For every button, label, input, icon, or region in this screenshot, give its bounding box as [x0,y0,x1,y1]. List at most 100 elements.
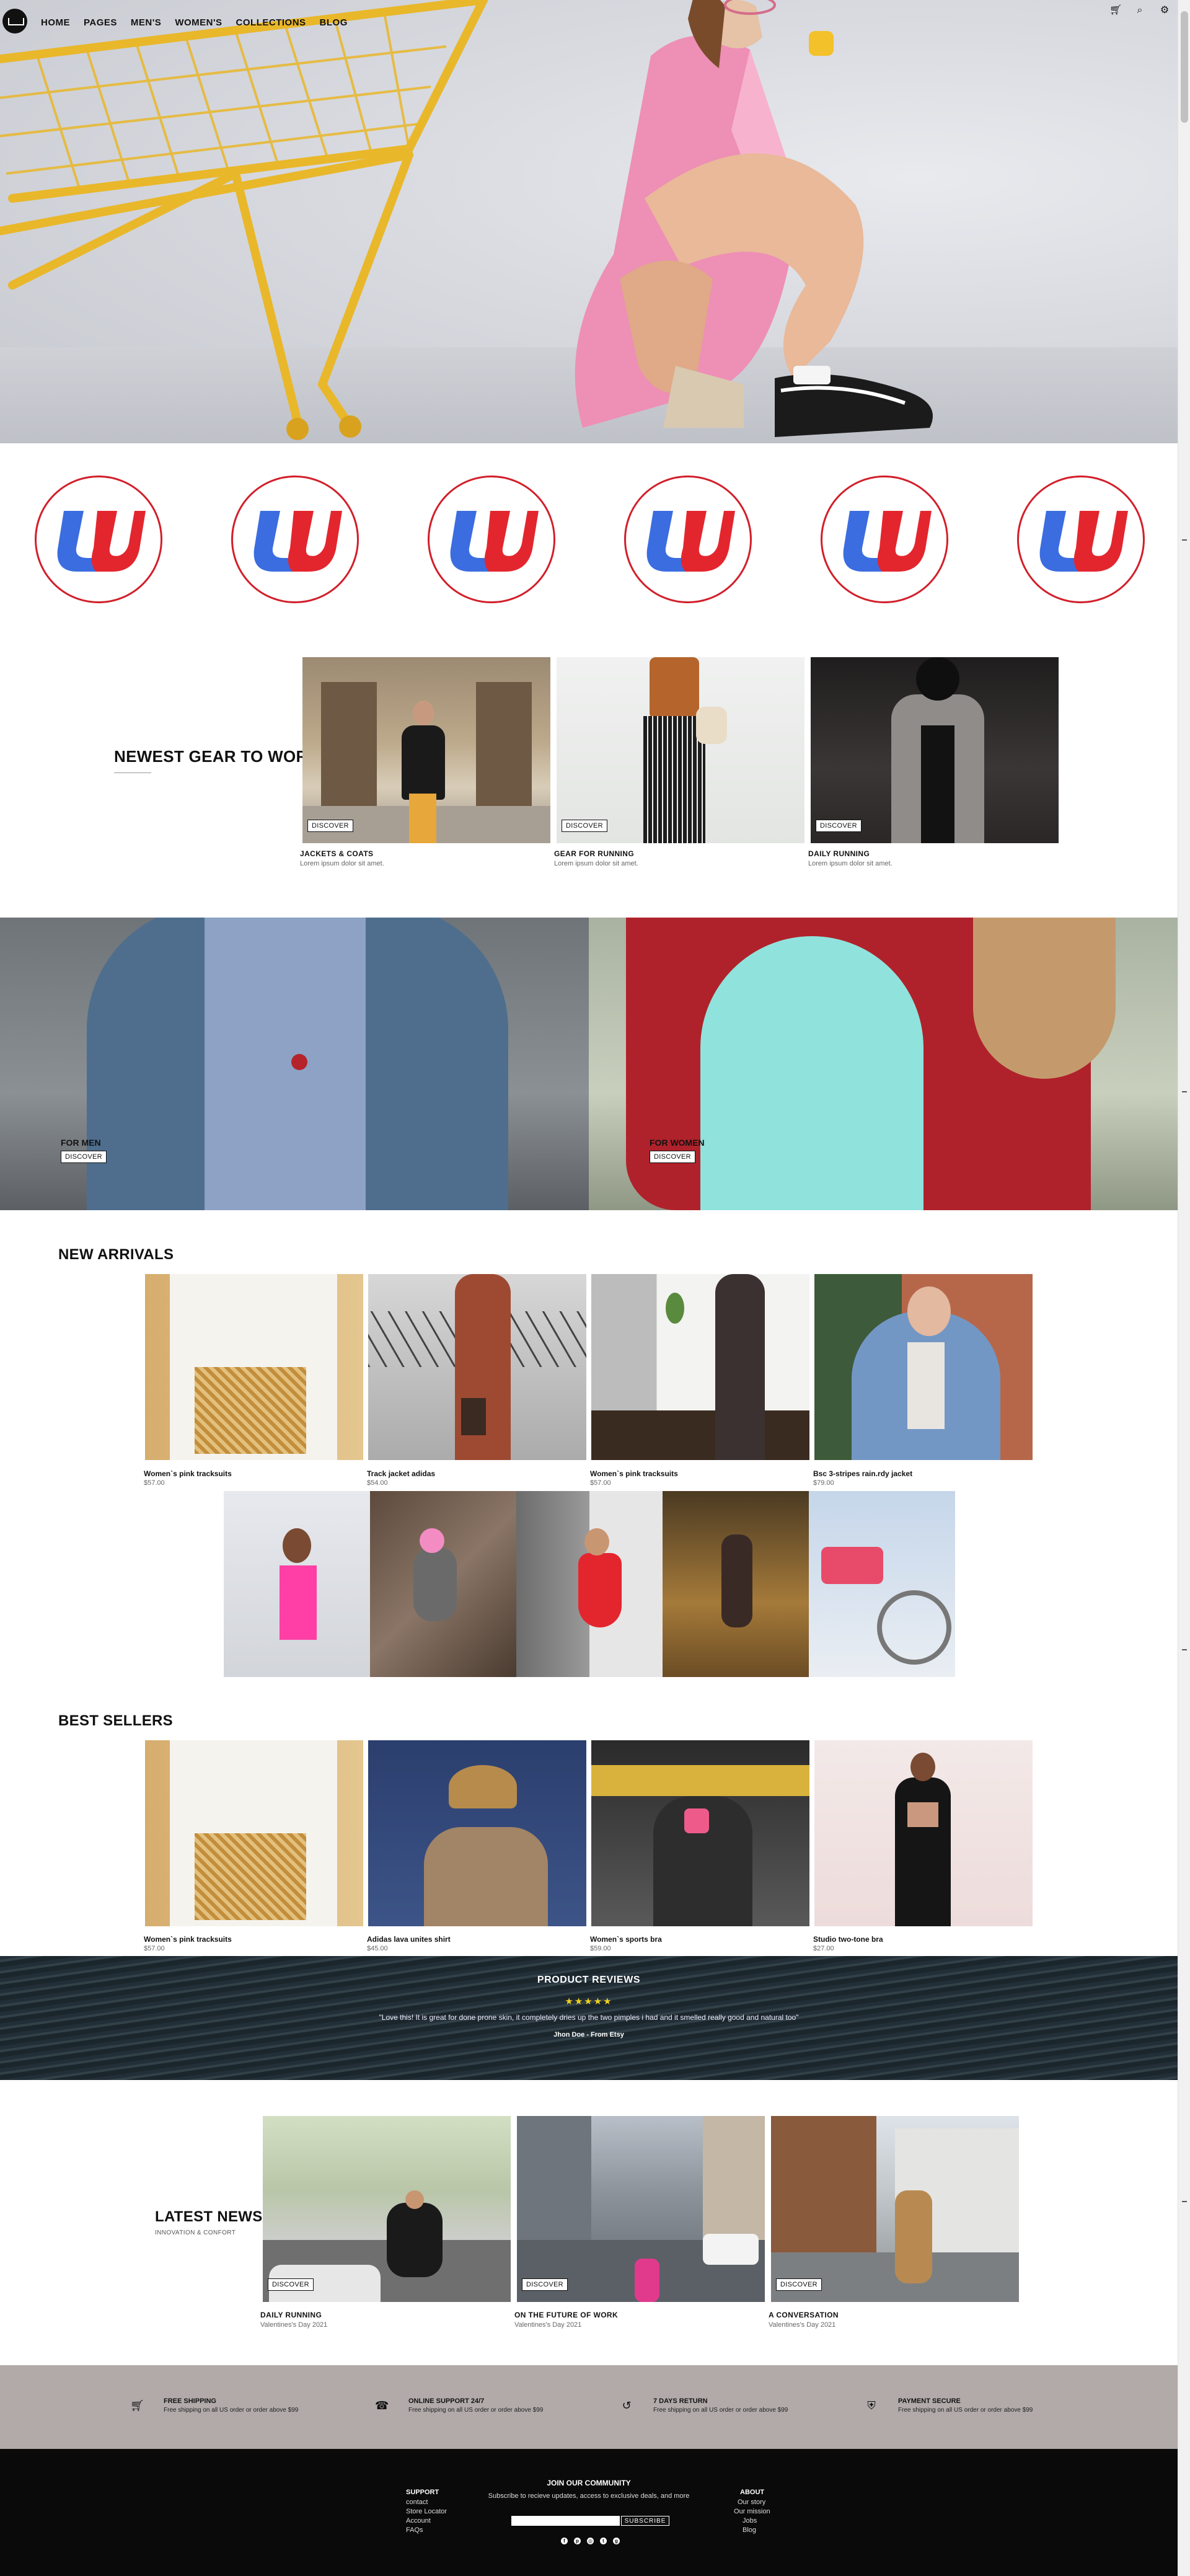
cart-icon: 🛒︎ [130,2399,144,2412]
twitter-icon[interactable]: t [600,2538,607,2544]
gear-card-title: JACKETS & COATS [300,849,374,858]
gear-card-subtitle: Lorem ipsum dolor sit amet. [300,860,384,867]
gallery-image[interactable] [370,1491,516,1677]
product-name[interactable]: Women`s pink tracksuits [144,1935,232,1944]
brand-u-icon [450,511,539,572]
pinterest-icon[interactable]: p [574,2538,581,2544]
for-men-label: FOR MEN [61,1138,101,1148]
gear-card-title: DAILY RUNNING [808,849,870,858]
product-image[interactable] [145,1274,363,1460]
instagram-icon[interactable]: ◎ [587,2538,594,2544]
title-underline [114,772,151,773]
latest-news-title: LATEST NEWS [155,2208,263,2225]
review-quote: "Love this! It is great for done prone s… [379,2013,799,2022]
product-image[interactable] [814,1740,1033,1926]
for-men-banner[interactable]: FOR MEN DISCOVER [0,918,589,1210]
gallery-image[interactable] [516,1491,663,1677]
search-icon[interactable]: ⌕ [1134,5,1145,16]
brand-logo[interactable] [821,476,948,603]
brand-u-icon [843,511,932,572]
gallery-image[interactable] [663,1491,809,1677]
gear-image-daily [811,657,1059,843]
footer-link[interactable]: contact [406,2499,428,2506]
nav-pages[interactable]: PAGES [84,17,117,28]
feature-title: 7 DAYS RETURN [653,2397,708,2405]
brand-logo[interactable] [1017,476,1145,603]
product-image[interactable] [591,1274,809,1460]
scroll-marker [1182,2201,1187,2202]
page-scrollbar[interactable] [1178,0,1190,2576]
news-date: Valentines's Day 2021 [260,2321,328,2329]
nav-icons: 🛒︎ ⌕ ⚙ [1109,5,1170,16]
brand-logo[interactable] [428,476,555,603]
gear-icon[interactable]: ⚙ [1159,5,1170,16]
discover-button[interactable]: DISCOVER [522,2278,568,2291]
product-name[interactable]: Women`s pink tracksuits [590,1469,678,1478]
discover-button[interactable]: DISCOVER [61,1151,107,1163]
product-name[interactable]: Women`s sports bra [590,1935,662,1944]
brand-u-icon [646,511,735,572]
product-price: $57.00 [144,1479,165,1487]
brand-logo[interactable] [231,476,359,603]
brand-u-icon [253,511,342,572]
discover-button[interactable]: DISCOVER [268,2278,314,2291]
subscribe-button[interactable]: SUBSCRIBE [621,2516,669,2526]
footer-link[interactable]: Jobs [743,2517,757,2525]
footer-link[interactable]: Our mission [734,2508,770,2515]
email-input[interactable] [511,2516,620,2526]
brand-u-icon [1039,511,1128,572]
discover-button[interactable]: DISCOVER [650,1151,695,1163]
shield-icon: ⛨ [867,2399,876,2412]
product-name[interactable]: Adidas lava unites shirt [367,1935,451,1944]
product-image[interactable] [368,1274,586,1460]
facebook-icon[interactable]: f [561,2538,568,2544]
cart-icon[interactable]: 🛒︎ [1109,5,1122,16]
gallery-image[interactable] [809,1491,955,1677]
product-name[interactable]: Bsc 3-stripes rain.rdy jacket [813,1469,912,1478]
for-women-banner[interactable]: FOR WOMEN DISCOVER [589,918,1178,1210]
scroll-thumb[interactable] [1181,11,1188,123]
footer-link[interactable]: FAQs [406,2526,423,2534]
nav-blog[interactable]: BLOG [320,17,348,28]
discover-button[interactable]: DISCOVER [307,820,353,832]
top-navigation: HOME PAGES MEN'S WOMEN'S COLLECTIONS BLO… [0,0,1178,43]
footer-link[interactable]: Account [406,2517,431,2525]
product-image[interactable] [591,1740,809,1926]
product-image[interactable] [368,1740,586,1926]
news-image [263,2116,511,2302]
product-name[interactable]: Women`s pink tracksuits [144,1469,232,1478]
product-price: $54.00 [367,1479,388,1487]
hero-model-image [575,0,933,437]
join-title: JOIN OUR COMMUNITY [547,2479,631,2487]
newest-gear-title: NEWEST GEAR TO WORK [114,747,320,766]
nav-collections[interactable]: COLLECTIONS [236,17,306,28]
news-title: DAILY RUNNING [260,2311,322,2319]
google-plus-icon[interactable]: g [613,2538,620,2544]
brand-logo[interactable] [624,476,752,603]
footer-link[interactable]: Our story [738,2499,765,2506]
brand-logo[interactable] [35,476,162,603]
features-bar: 🛒︎ FREE SHIPPING Free shipping on all US… [0,2365,1178,2449]
discover-button[interactable]: DISCOVER [776,2278,822,2291]
return-icon: ↺ [622,2399,632,2412]
product-name[interactable]: Studio two-tone bra [813,1935,883,1944]
nav-home[interactable]: HOME [41,17,70,28]
brand-u-icon [57,511,146,572]
site-footer: SUPPORT contact Store Locator Account FA… [0,2449,1178,2576]
feature-title: PAYMENT SECURE [898,2397,961,2405]
discover-button[interactable]: DISCOVER [562,820,607,832]
product-reviews-section: PRODUCT REVIEWS ★★★★★ "Love this! It is … [0,1956,1178,2080]
nav-womens[interactable]: WOMEN'S [175,17,222,28]
footer-link[interactable]: Blog [743,2526,756,2534]
product-name[interactable]: Track jacket adidas [367,1469,435,1478]
footer-link[interactable]: Store Locator [406,2508,447,2515]
gear-image-running [557,657,804,843]
logo-icon[interactable] [2,9,27,33]
product-image[interactable] [145,1740,363,1926]
discover-button[interactable]: DISCOVER [816,820,862,832]
news-image [771,2116,1019,2302]
hero-banner: HOME PAGES MEN'S WOMEN'S COLLECTIONS BLO… [0,0,1178,443]
gallery-image[interactable] [224,1491,370,1677]
nav-mens[interactable]: MEN'S [131,17,161,28]
product-image[interactable] [814,1274,1033,1460]
